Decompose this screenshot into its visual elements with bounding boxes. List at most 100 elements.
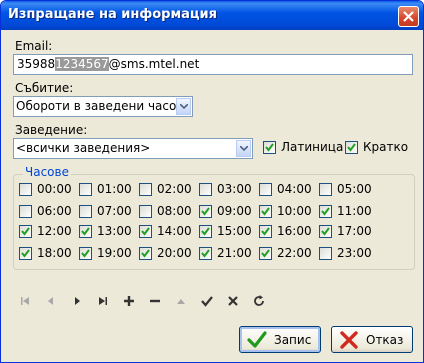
hour-label: 06:00 xyxy=(37,204,72,218)
hour-checkbox[interactable] xyxy=(79,247,92,260)
hour-checkbox[interactable] xyxy=(319,183,332,196)
hour-checkbox[interactable] xyxy=(259,205,272,218)
check-icon xyxy=(21,227,30,236)
check-icon xyxy=(21,249,30,258)
close-button[interactable] xyxy=(398,6,419,27)
hour-checkbox[interactable] xyxy=(319,205,332,218)
venue-select[interactable]: <всички заведения> xyxy=(13,138,253,159)
hour-checkbox[interactable] xyxy=(319,247,332,260)
cancel-icon[interactable] xyxy=(225,293,241,309)
post-icon[interactable] xyxy=(199,293,215,309)
check-icon xyxy=(141,227,150,236)
hour-checkbox[interactable] xyxy=(259,247,272,260)
last-icon[interactable] xyxy=(95,293,111,309)
hour-checkbox[interactable] xyxy=(139,225,152,238)
window-title: Изпращане на информация xyxy=(8,7,217,22)
hour-checkbox[interactable] xyxy=(79,225,92,238)
check-icon xyxy=(81,227,90,236)
venue-select-value: <всички заведения> xyxy=(16,141,151,155)
hour-label: 22:00 xyxy=(277,246,312,260)
hour-label: 08:00 xyxy=(157,204,192,218)
hour-label: 23:00 xyxy=(337,246,372,260)
hour-checkbox[interactable] xyxy=(199,225,212,238)
check-icon xyxy=(261,207,270,216)
hour-checkbox[interactable] xyxy=(79,183,92,196)
hour-label: 07:00 xyxy=(97,204,132,218)
title-bar[interactable]: Изпращане на информация xyxy=(1,1,423,30)
insert-icon[interactable] xyxy=(121,293,137,309)
refresh-icon[interactable] xyxy=(251,293,267,309)
hour-checkbox[interactable] xyxy=(199,247,212,260)
latin-checkbox[interactable] xyxy=(263,141,276,154)
event-dropdown-button[interactable] xyxy=(176,98,191,115)
check-icon xyxy=(81,249,90,258)
prior-icon[interactable] xyxy=(43,293,59,309)
hour-label: 16:00 xyxy=(277,224,312,238)
hour-label: 18:00 xyxy=(37,246,72,260)
hour-checkbox[interactable] xyxy=(199,183,212,196)
venue-dropdown-button[interactable] xyxy=(236,140,251,157)
hour-checkbox[interactable] xyxy=(139,183,152,196)
check-icon xyxy=(347,143,356,152)
hour-label: 04:00 xyxy=(277,182,312,196)
checkmark-icon xyxy=(247,331,267,348)
hour-label: 21:00 xyxy=(217,246,252,260)
email-label: Email: xyxy=(15,39,53,53)
hour-label: 12:00 xyxy=(37,224,72,238)
hour-checkbox[interactable] xyxy=(19,247,32,260)
next-icon[interactable] xyxy=(69,293,85,309)
save-button-label: Запис xyxy=(274,333,312,347)
email-prefix: 35988 xyxy=(17,57,56,71)
hours-group-title: Часове xyxy=(23,165,71,179)
hour-checkbox[interactable] xyxy=(139,247,152,260)
hour-label: 11:00 xyxy=(337,204,372,218)
edit-icon[interactable] xyxy=(173,293,189,309)
check-icon xyxy=(201,227,210,236)
hour-checkbox[interactable] xyxy=(19,225,32,238)
check-icon xyxy=(265,143,274,152)
hour-label: 19:00 xyxy=(97,246,132,260)
email-input[interactable]: 359881234567@sms.mtel.net xyxy=(13,54,413,75)
hour-checkbox[interactable] xyxy=(259,183,272,196)
venue-label: Заведение: xyxy=(15,123,88,137)
hour-checkbox[interactable] xyxy=(259,225,272,238)
check-icon xyxy=(141,249,150,258)
hour-label: 02:00 xyxy=(157,182,192,196)
event-label: Събитие: xyxy=(15,81,74,95)
hour-checkbox[interactable] xyxy=(79,205,92,218)
hour-label: 03:00 xyxy=(217,182,252,196)
event-select-value: Обороти в заведени часове xyxy=(16,99,191,113)
check-icon xyxy=(321,207,330,216)
check-icon xyxy=(261,227,270,236)
hour-label: 20:00 xyxy=(157,246,192,260)
hour-checkbox[interactable] xyxy=(199,205,212,218)
save-button[interactable]: Запис xyxy=(239,326,321,353)
email-suffix: @sms.mtel.net xyxy=(108,57,200,71)
first-icon[interactable] xyxy=(17,293,33,309)
delete-icon[interactable] xyxy=(147,293,163,309)
hour-checkbox[interactable] xyxy=(319,225,332,238)
check-icon xyxy=(321,227,330,236)
event-select[interactable]: Обороти в заведени часове xyxy=(13,96,193,117)
check-icon xyxy=(201,249,210,258)
hour-label: 17:00 xyxy=(337,224,372,238)
chevron-down-icon xyxy=(240,146,248,151)
hour-checkbox[interactable] xyxy=(139,205,152,218)
close-icon xyxy=(403,11,414,22)
cancel-button-label: Отказ xyxy=(366,333,404,347)
hour-label: 00:00 xyxy=(37,182,72,196)
short-checkbox[interactable] xyxy=(345,141,358,154)
hour-label: 10:00 xyxy=(277,204,312,218)
dialog-window: Изпращане на информация Email: 359881234… xyxy=(0,0,424,363)
hour-label: 15:00 xyxy=(217,224,252,238)
cancel-button[interactable]: Отказ xyxy=(331,326,413,353)
latin-label: Латиница xyxy=(281,140,344,154)
hour-checkbox[interactable] xyxy=(19,183,32,196)
hour-checkbox[interactable] xyxy=(19,205,32,218)
hour-label: 13:00 xyxy=(97,224,132,238)
chevron-down-icon xyxy=(180,104,188,109)
hour-label: 14:00 xyxy=(157,224,192,238)
check-icon xyxy=(261,249,270,258)
check-icon xyxy=(201,207,210,216)
email-selected-text: 1234567 xyxy=(55,57,109,71)
